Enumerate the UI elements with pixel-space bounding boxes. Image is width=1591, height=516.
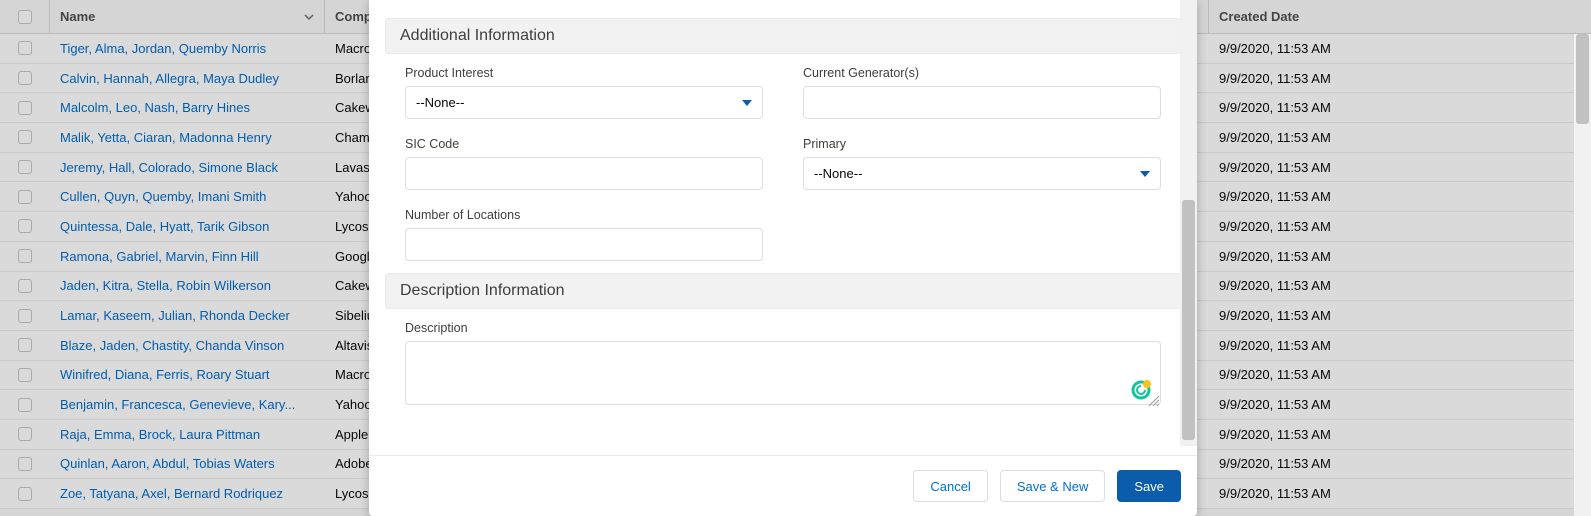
caret-down-icon	[742, 100, 752, 106]
modal-scrollbar[interactable]	[1180, 0, 1197, 446]
sic-code-input[interactable]	[405, 157, 763, 190]
product-interest-field: Product Interest --None--	[405, 66, 763, 119]
new-lead-modal: Additional Information Product Interest …	[369, 0, 1197, 516]
num-locations-input[interactable]	[405, 228, 763, 261]
field-label: Product Interest	[405, 66, 763, 80]
description-info-section-header: Description Information	[385, 273, 1181, 309]
save-button[interactable]: Save	[1117, 470, 1181, 502]
page-scrollbar-thumb[interactable]	[1576, 34, 1589, 124]
description-textarea[interactable]	[405, 341, 1161, 405]
field-label: Primary	[803, 137, 1161, 151]
field-label: Number of Locations	[405, 208, 763, 222]
num-locations-field: Number of Locations	[405, 208, 763, 261]
primary-select[interactable]: --None--	[803, 157, 1161, 190]
modal-footer: Cancel Save & New Save	[369, 455, 1197, 516]
section-title: Description Information	[400, 282, 565, 299]
sic-code-field: SIC Code	[405, 137, 763, 190]
cancel-button[interactable]: Cancel	[913, 470, 987, 502]
grammarly-icon[interactable]	[1131, 380, 1151, 400]
page-scrollbar[interactable]	[1574, 34, 1591, 516]
current-generators-input[interactable]	[803, 86, 1161, 119]
product-interest-select[interactable]: --None--	[405, 86, 763, 119]
current-generators-field: Current Generator(s)	[803, 66, 1161, 119]
select-value: --None--	[814, 166, 862, 181]
field-label: Description	[405, 321, 1161, 335]
save-and-new-button[interactable]: Save & New	[1000, 470, 1106, 502]
modal-body: Additional Information Product Interest …	[369, 0, 1197, 455]
field-label: SIC Code	[405, 137, 763, 151]
field-label: Current Generator(s)	[803, 66, 1161, 80]
additional-info-grid: Product Interest --None-- SIC Code	[385, 66, 1181, 273]
select-value: --None--	[416, 95, 464, 110]
description-field: Description	[405, 321, 1161, 408]
section-title: Additional Information	[400, 27, 555, 44]
primary-field: Primary --None--	[803, 137, 1161, 190]
additional-info-section-header: Additional Information	[385, 18, 1181, 54]
caret-down-icon	[1140, 171, 1150, 177]
modal-scrollbar-thumb[interactable]	[1182, 200, 1195, 440]
